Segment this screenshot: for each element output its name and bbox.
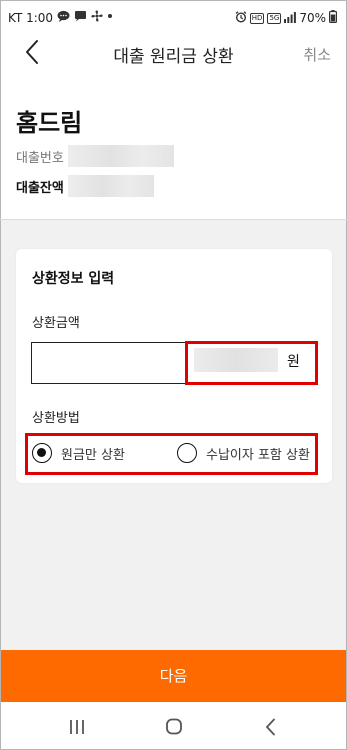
loan-balance-row: 대출잔액 [16, 175, 154, 197]
nav-back-button[interactable] [259, 716, 283, 738]
dot-icon [107, 10, 113, 25]
5g-badge: 5G [267, 12, 282, 24]
navigation-bar [1, 702, 346, 749]
nav-back-icon [265, 718, 275, 736]
amount-label: 상환금액 [32, 316, 80, 331]
loan-number-redacted [67, 145, 174, 167]
alarm-icon [235, 10, 247, 26]
radio-principal-only[interactable]: 원금만 상환 [32, 443, 125, 463]
recents-icon [70, 720, 84, 734]
battery-percent: 70% [299, 11, 326, 25]
card-title: 상환정보 입력 [32, 271, 115, 287]
page-title: 대출 원리금 상환 [113, 47, 234, 67]
next-button[interactable]: 다음 [1, 650, 346, 702]
radio-with-interest-label: 수납이자 포함 상환 [206, 447, 310, 463]
radio-unchecked-icon [177, 443, 197, 463]
home-button[interactable] [162, 716, 186, 738]
status-right: HD 5G 70% [235, 10, 338, 26]
cancel-button[interactable]: 취소 [303, 44, 331, 65]
signal-icon [284, 11, 297, 26]
loan-balance-label: 대출잔액 [16, 180, 64, 196]
message-icon [57, 10, 70, 25]
battery-icon [329, 10, 338, 26]
amount-unit: 원 [287, 354, 300, 370]
loan-number-row: 대출번호 [16, 145, 174, 167]
loan-balance-redacted [67, 175, 154, 197]
radio-principal-only-label: 원금만 상환 [61, 447, 125, 463]
status-time: KT 1:00 [8, 10, 54, 25]
radio-checked-icon [32, 443, 52, 463]
loan-number-label: 대출번호 [16, 150, 64, 166]
amount-value-redacted [194, 348, 278, 372]
repayment-info-card: 상환정보 입력 상환금액 원 상환방법 원금만 상환 수납이자 포함 상환 [16, 249, 332, 483]
chat-icon [74, 10, 87, 25]
account-name: 홈드림 [16, 109, 83, 137]
home-icon [166, 718, 182, 735]
status-left: KT 1:00 [8, 10, 113, 25]
fan-icon [91, 10, 103, 25]
app-header: 대출 원리금 상환 취소 [0, 36, 347, 70]
method-label: 상환방법 [32, 411, 80, 426]
hd-badge: HD [249, 12, 265, 24]
recents-button[interactable] [65, 716, 89, 738]
radio-with-interest[interactable]: 수납이자 포함 상환 [177, 443, 310, 463]
status-bar: KT 1:00 HD 5G 70% [0, 0, 347, 36]
